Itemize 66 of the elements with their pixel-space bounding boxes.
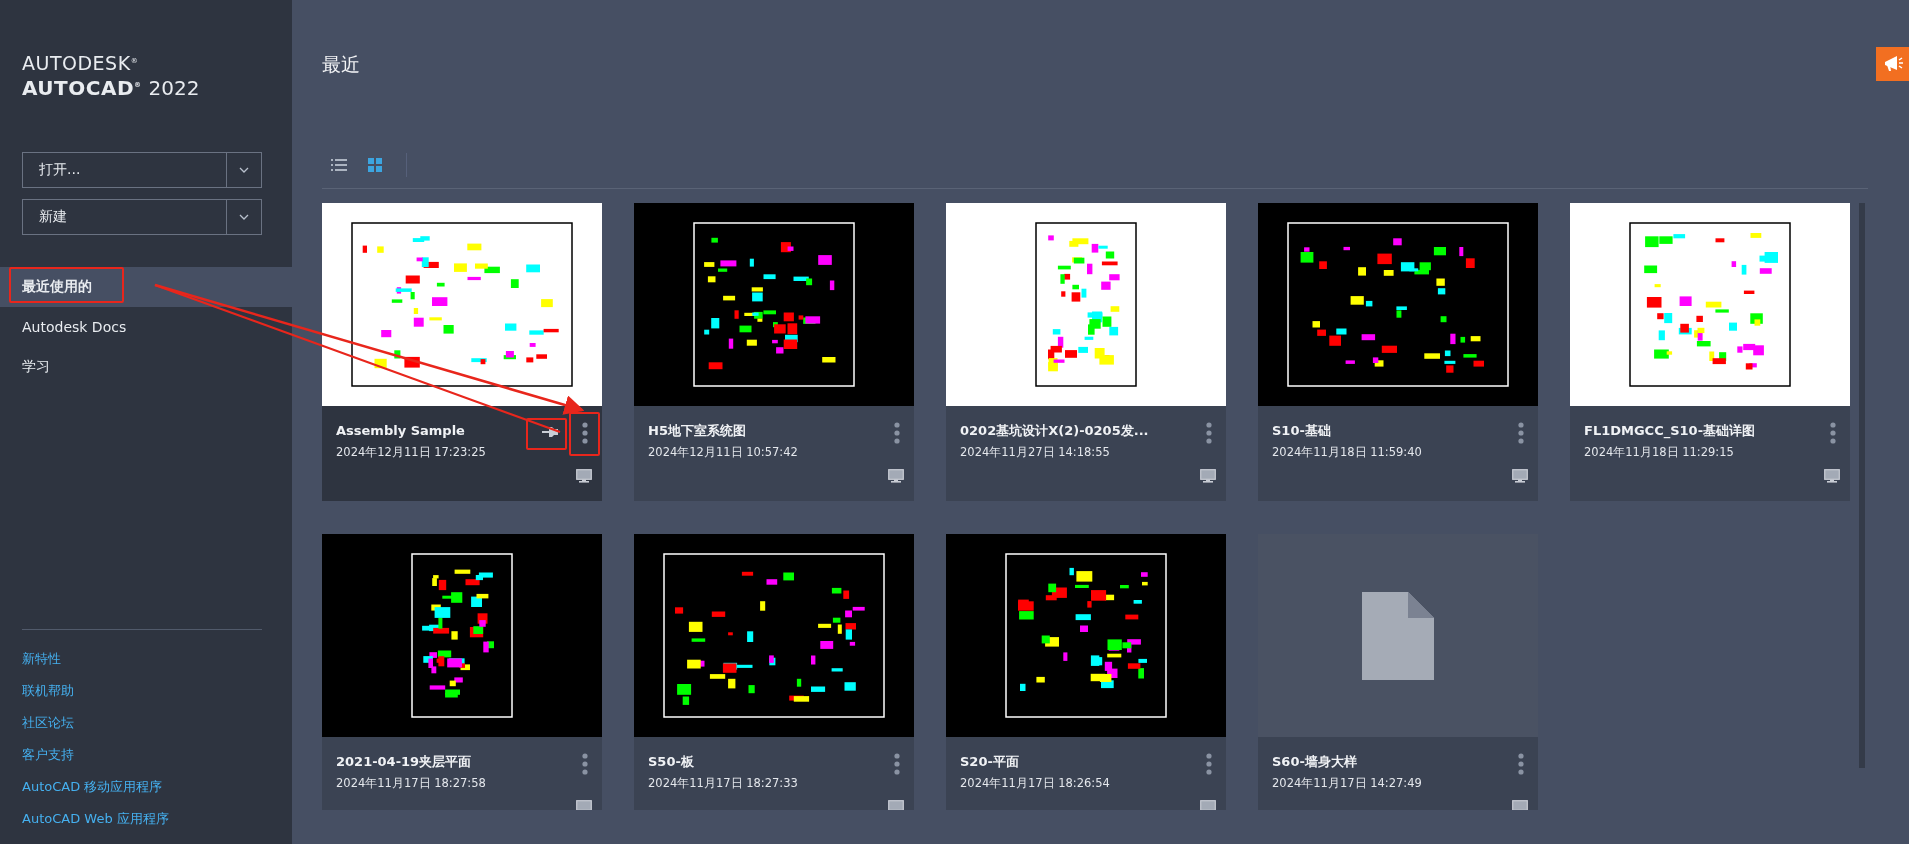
highlight-box (569, 412, 600, 456)
monitor-icon (1824, 469, 1840, 483)
file-card-footer[interactable]: S10-基础 2024年11月18日 11:59:40 (1258, 406, 1538, 501)
file-date: 2024年11月17日 18:26:54 (960, 776, 1111, 791)
monitor-icon (888, 469, 904, 483)
file-date: 2024年11月18日 11:59:40 (1272, 445, 1423, 460)
help-link[interactable]: AutoCAD Web 应用程序 (22, 808, 169, 830)
monitor-icon (1512, 800, 1528, 810)
nav-item[interactable]: Autodesk Docs (0, 307, 292, 347)
page-title: 最近 (322, 52, 360, 77)
megaphone-icon[interactable] (1876, 47, 1909, 81)
more-options-icon[interactable] (1518, 422, 1524, 444)
file-name: S50-板 (648, 753, 695, 771)
monitor-icon (1200, 469, 1216, 483)
more-options-icon[interactable] (582, 422, 588, 444)
file-name: Assembly Sample (336, 422, 466, 440)
more-options-icon[interactable] (1518, 753, 1524, 775)
pin-icon[interactable] (542, 426, 560, 438)
file-card-footer[interactable]: S20-平面 2024年11月17日 18:26:54 (946, 737, 1226, 810)
more-options-icon[interactable] (582, 753, 588, 775)
more-options-icon[interactable] (1206, 753, 1212, 775)
help-link[interactable]: 联机帮助 (22, 680, 74, 702)
file-name: 2021-04-19夹层平面 (336, 753, 473, 771)
file-date: 2024年11月27日 14:18:55 (960, 445, 1111, 460)
more-options-icon[interactable] (894, 422, 900, 444)
file-card-footer[interactable]: FL1DMGCC_S10-基础详图 2024年11月18日 11:29:15 (1570, 406, 1850, 501)
product-version: 2022 (148, 77, 200, 99)
file-date: 2024年11月17日 14:27:49 (1272, 776, 1423, 791)
monitor-icon (576, 469, 592, 483)
file-name: S60-墙身大样 (1272, 753, 1358, 771)
chevron-down-icon (239, 214, 249, 220)
chevron-down-icon (239, 167, 249, 173)
file-date: 2024年12月11日 10:57:42 (648, 445, 799, 460)
file-name: 0202基坑设计X(2)-0205发... (960, 422, 1150, 440)
file-card-footer[interactable]: S60-墙身大样 2024年11月17日 14:27:49 (1258, 737, 1538, 810)
more-options-icon[interactable] (1206, 422, 1212, 444)
help-link[interactable]: 客户支持 (22, 744, 74, 766)
file-name: H5地下室系统图 (648, 422, 747, 440)
file-name: S20-平面 (960, 753, 1020, 771)
file-name: FL1DMGCC_S10-基础详图 (1584, 422, 1757, 440)
monitor-icon (1200, 800, 1216, 810)
scrollbar[interactable] (1859, 203, 1865, 768)
file-date: 2024年11月17日 18:27:33 (648, 776, 799, 791)
monitor-icon (576, 800, 592, 810)
more-options-icon[interactable] (1830, 422, 1836, 444)
brand-name: AUTODESK$^{®}$ (22, 51, 139, 75)
file-icon (1362, 591, 1434, 680)
file-date: 2024年11月17日 18:27:58 (336, 776, 487, 791)
file-card-footer[interactable]: 0202基坑设计X(2)-0205发... 2024年11月27日 14:18:55 (946, 406, 1226, 501)
file-date: 2024年11月18日 11:29:15 (1584, 445, 1735, 460)
help-link[interactable]: 社区论坛 (22, 712, 74, 734)
file-card-footer[interactable]: S50-板 2024年11月17日 18:27:33 (634, 737, 914, 810)
file-card-footer[interactable]: 2021-04-19夹层平面 2024年11月17日 18:27:58 (322, 737, 602, 810)
product-name: AUTOCAD$^{®}$ (22, 75, 142, 99)
highlight-box (526, 418, 567, 450)
monitor-icon (888, 800, 904, 810)
help-link[interactable]: 新特性 (22, 648, 61, 670)
file-name: S10-基础 (1272, 422, 1332, 440)
file-card-footer[interactable]: Assembly Sample 2024年12月11日 17:23:25 (322, 406, 602, 501)
nav-item[interactable]: 最近使用的 (0, 267, 292, 307)
file-date: 2024年12月11日 17:23:25 (336, 445, 487, 460)
monitor-icon (1512, 469, 1528, 483)
help-link[interactable]: AutoCAD 移动应用程序 (22, 776, 163, 798)
nav-item[interactable]: 学习 (0, 347, 292, 387)
file-card-footer[interactable]: H5地下室系统图 2024年12月11日 10:57:42 (634, 406, 914, 501)
more-options-icon[interactable] (894, 753, 900, 775)
